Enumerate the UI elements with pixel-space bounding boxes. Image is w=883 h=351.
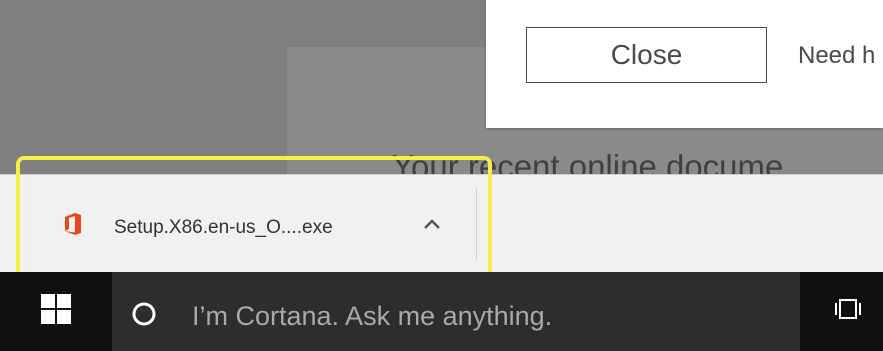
task-view-icon bbox=[833, 297, 863, 326]
office-icon bbox=[62, 212, 84, 236]
cortana-search-box[interactable]: I’m Cortana. Ask me anything. bbox=[112, 272, 800, 351]
task-view-button[interactable] bbox=[812, 272, 883, 351]
need-help-link[interactable]: Need h bbox=[798, 42, 875, 70]
windows-logo-icon bbox=[41, 294, 71, 329]
taskbar: I’m Cortana. Ask me anything. bbox=[0, 272, 883, 351]
chevron-up-icon[interactable] bbox=[420, 212, 444, 236]
start-button[interactable] bbox=[0, 272, 112, 351]
download-file-name: Setup.X86.en-us_O....exe bbox=[114, 217, 333, 238]
close-button[interactable]: Close bbox=[526, 27, 767, 83]
download-item-divider bbox=[476, 188, 477, 260]
cortana-search-placeholder: I’m Cortana. Ask me anything. bbox=[192, 301, 553, 331]
dialog-panel: Close Need h bbox=[486, 0, 883, 128]
download-item[interactable]: Setup.X86.en-us_O....exe bbox=[28, 186, 477, 262]
cortana-circle-icon bbox=[132, 302, 156, 326]
